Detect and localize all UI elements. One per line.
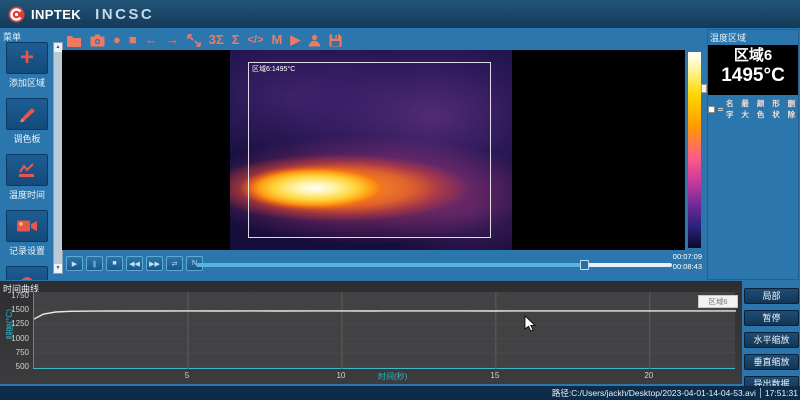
chart-plot-area[interactable]: [33, 292, 735, 369]
y-tick-label: 1750: [0, 291, 29, 300]
region-temperature: 1495°C: [708, 66, 798, 87]
roi-label: 区域6:1495°C: [252, 64, 295, 74]
partial-icon: [17, 271, 37, 280]
stop-button[interactable]: ■: [106, 256, 123, 271]
fast-forward-button[interactable]: ▶▶: [146, 256, 163, 271]
column-delete: 删除: [788, 98, 800, 120]
time-current: 00:07:09: [644, 252, 702, 262]
column-shape: 形状: [772, 98, 784, 120]
plus-icon: +: [20, 48, 34, 68]
brand-name: INPTEK: [31, 7, 81, 22]
play-button[interactable]: ▶: [66, 256, 83, 271]
sidebar-item-label: 记录设置: [2, 244, 52, 257]
title-bar: INPTEK INCSC: [0, 0, 800, 28]
sidebar-item-temp-time[interactable]: 温度时间: [2, 154, 52, 201]
x-tick-label: 15: [490, 371, 499, 380]
region-name: 区域6: [708, 46, 798, 66]
stop-icon[interactable]: ■: [129, 32, 137, 48]
time-total: 00:08:43: [644, 262, 702, 272]
column-max: 最大: [741, 98, 753, 120]
x-axis-label: 时间(秒): [378, 371, 407, 382]
playback-controls: ▶ ∥ ■ ◀◀ ▶▶ ⇄ N: [66, 256, 203, 271]
video-camera-icon: [16, 218, 38, 234]
three-sigma-icon[interactable]: 3Σ: [209, 32, 224, 48]
roi-rectangle[interactable]: 区域6:1495°C: [248, 62, 491, 238]
region-color-swatch: [718, 108, 723, 111]
y-tick-label: 750: [0, 348, 29, 357]
column-name: 名字: [726, 98, 738, 120]
seek-slider-thumb[interactable]: [580, 260, 589, 270]
scroll-down-icon[interactable]: ▼: [54, 264, 62, 273]
sidebar-item-record-settings[interactable]: 记录设置: [2, 210, 52, 257]
rewind-button[interactable]: ◀◀: [126, 256, 143, 271]
pause-chart-button[interactable]: 暂停: [744, 310, 799, 326]
main-toolbar: ● ■ ← → 3Σ Σ </> M ▶: [66, 31, 342, 49]
resize-icon[interactable]: [187, 34, 201, 47]
sidebar-item-label: 温度时间: [2, 188, 52, 201]
y-tick-label: 500: [0, 362, 29, 371]
region-checkbox[interactable]: [708, 106, 715, 113]
x-tick-label: 5: [185, 371, 189, 380]
playback-timestamps: 00:07:09 00:08:43: [644, 252, 702, 272]
folder-icon[interactable]: [66, 34, 82, 47]
time-curve-panel: 时间曲线 温度(°C) 5007501000125015001750 51015…: [0, 281, 742, 384]
sidebar: + 添加区域 调色板 温度时间: [2, 42, 52, 280]
x-tick-label: 20: [644, 371, 653, 380]
temp-chart-icon: [17, 161, 37, 179]
camera-icon[interactable]: [90, 34, 105, 47]
m-icon[interactable]: M: [271, 32, 282, 48]
region-readout: 区域6 1495°C: [708, 45, 798, 95]
region-panel-header: 温度区域: [710, 31, 746, 44]
status-divider: [760, 388, 761, 398]
app-window: INPTEK INCSC 菜单 + 添加区域 调色板: [0, 0, 800, 400]
record-icon[interactable]: ●: [113, 32, 121, 48]
chart-legend: 区域6: [698, 295, 738, 308]
pause-button[interactable]: ∥: [86, 256, 103, 271]
region-table-header-row: 名字 最大 颜色 形状 删除: [708, 98, 800, 120]
panel-splitter-handle[interactable]: [701, 84, 707, 93]
temperature-line-chart: [34, 292, 736, 369]
sidebar-item-label: 调色板: [2, 132, 52, 145]
sigma-icon[interactable]: Σ: [232, 32, 240, 48]
code-icon[interactable]: </>: [248, 32, 264, 48]
arrow-right-icon[interactable]: →: [166, 32, 179, 48]
y-tick-label: 1250: [0, 319, 29, 328]
vertical-zoom-button[interactable]: 垂直缩放: [744, 354, 799, 370]
mouse-cursor: [524, 315, 536, 332]
y-tick-label: 1500: [0, 305, 29, 314]
save-icon[interactable]: [329, 34, 342, 47]
inptek-logo-icon: [8, 6, 25, 23]
product-name: INCSC: [95, 6, 154, 23]
user-icon[interactable]: [308, 34, 321, 47]
file-path-text: 路径:C:/Users/jackh/Desktop/2023-04-01-14-…: [552, 387, 756, 399]
scroll-up-icon[interactable]: ▲: [54, 43, 62, 52]
local-button[interactable]: 局部: [744, 288, 799, 304]
clock-text: 17:51:31: [765, 388, 798, 398]
status-bar: 路径:C:/Users/jackh/Desktop/2023-04-01-14-…: [0, 386, 800, 400]
horizontal-zoom-button[interactable]: 水平缩放: [744, 332, 799, 348]
x-tick-label: 10: [336, 371, 345, 380]
column-color: 颜色: [757, 98, 769, 120]
brush-icon: [17, 104, 37, 124]
temperature-colorbar: [688, 52, 701, 248]
sidebar-item-partial[interactable]: [2, 266, 52, 280]
sidebar-item-palette[interactable]: 调色板: [2, 98, 52, 145]
seek-slider-fill: [196, 263, 582, 267]
sidebar-item-add-region[interactable]: + 添加区域: [2, 42, 52, 89]
video-viewport[interactable]: 区域6:1495°C: [62, 50, 685, 250]
loop-button[interactable]: ⇄: [166, 256, 183, 271]
play-icon[interactable]: ▶: [290, 32, 300, 48]
sidebar-item-label: 添加区域: [2, 76, 52, 89]
arrow-left-icon[interactable]: ←: [145, 32, 158, 48]
y-tick-label: 1000: [0, 334, 29, 343]
